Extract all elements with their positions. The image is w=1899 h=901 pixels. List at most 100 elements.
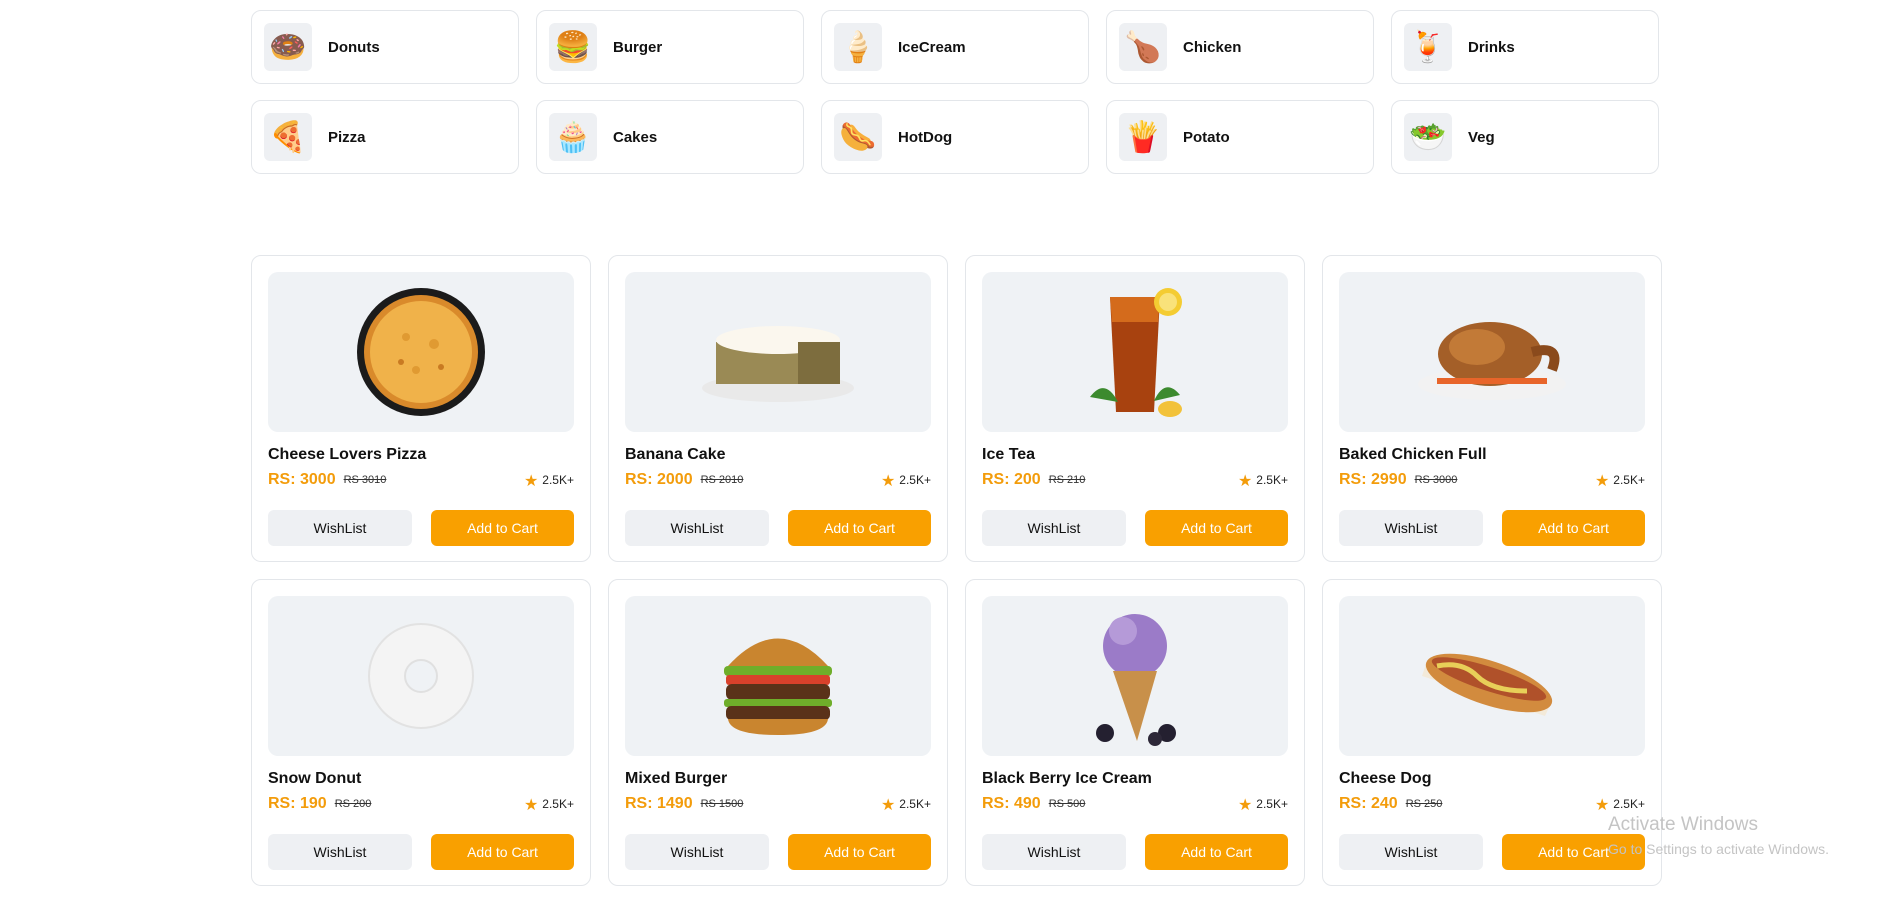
add-to-cart-button[interactable]: Add to Cart [1145,510,1288,546]
product-old-price: RS 500 [1048,798,1086,810]
category-cakes[interactable]: 🧁 Cakes [536,100,804,174]
product-title: Cheese Lovers Pizza [268,446,427,463]
hotdog-image[interactable] [1339,596,1645,756]
roast-chicken-image[interactable] [1339,272,1645,432]
add-to-cart-button[interactable]: Add to Cart [431,510,574,546]
category-label: Veg [1468,128,1495,146]
product-title: Mixed Burger [625,770,728,787]
category-burger[interactable]: 🍔 Burger [536,10,804,84]
wishlist-button[interactable]: WishList [982,834,1126,870]
product-title: Snow Donut [268,770,362,787]
product-card: Snow Donut RS: 190 RS 200 ★ 2.5K+ WishList Add… [251,579,591,886]
category-label: HotDog [898,128,953,146]
price-row: RS: 190 RS 200 ★ 2.5K+ [268,794,574,814]
product-rating: ★ 2.5K+ [1595,795,1645,814]
watermark-title: Activate Windows [1608,814,1758,835]
rating-count: 2.5K+ [899,797,931,811]
rating-count: 2.5K+ [542,473,574,487]
ice-cream-icon: 🍦 [834,23,882,71]
card-actions: WishList Add to Cart [982,510,1288,546]
donut-image[interactable] [268,596,574,756]
star-icon: ★ [1237,470,1253,490]
product-old-price: RS 3000 [1414,474,1458,486]
category-label: Pizza [328,128,366,146]
category-potato[interactable]: 🍟 Potato [1106,100,1374,174]
product-rating: ★ 2.5K+ [1595,471,1645,490]
price-row: RS: 3000 RS 3010 ★ 2.5K+ [268,470,574,490]
category-pizza[interactable]: 🍕 Pizza [251,100,519,174]
product-title: Black Berry Ice Cream [982,770,1152,787]
ice-tea-image[interactable] [982,272,1288,432]
watermark-subtitle: Go to Settings to activate Windows. [1608,840,1829,857]
activate-windows-watermark: Activate Windows Go to Settings to activ… [1608,814,1829,858]
star-icon: ★ [880,794,896,814]
price-row: RS: 2990 RS 3000 ★ 2.5K+ [1339,470,1645,490]
burger-image[interactable] [625,596,931,756]
wishlist-button[interactable]: WishList [982,510,1126,546]
category-label: Chicken [1183,38,1242,56]
add-to-cart-button[interactable]: Add to Cart [788,834,931,870]
product-old-price: RS 3010 [343,474,387,486]
wishlist-button[interactable]: WishList [268,834,412,870]
star-icon: ★ [1237,794,1253,814]
product-card: Banana Cake RS: 2000 RS 2010 ★ 2.5K+ WishList… [608,255,948,562]
product-rating: ★ 2.5K+ [524,795,574,814]
product-title: Cheese Dog [1339,770,1432,787]
category-drinks[interactable]: 🍹 Drinks [1391,10,1659,84]
pizza-icon: 🍕 [264,113,312,161]
pizza-image[interactable] [268,272,574,432]
rating-count: 2.5K+ [1256,473,1288,487]
hotdog-icon: 🌭 [834,113,882,161]
cake-image[interactable] [625,272,931,432]
category-grid: 🍩 Donuts 🍔 Burger 🍦 IceCream 🍗 Chicken 🍹 Drinks 🍕 P… [251,10,1661,174]
product-price: RS: 240 [1339,795,1398,812]
add-to-cart-button[interactable]: Add to Cart [431,834,574,870]
product-old-price: RS 1500 [700,798,744,810]
product-price: RS: 1490 [625,795,693,812]
wishlist-button[interactable]: WishList [268,510,412,546]
category-donuts[interactable]: 🍩 Donuts [251,10,519,84]
product-grid: Cheese Lovers Pizza RS: 3000 RS 3010 ★ 2.5K+… [251,255,1662,901]
add-to-cart-button[interactable]: Add to Cart [1502,510,1645,546]
ice-cream-image[interactable] [982,596,1288,756]
product-rating: ★ 2.5K+ [524,471,574,490]
star-icon: ★ [1594,794,1610,814]
wishlist-button[interactable]: WishList [1339,510,1483,546]
product-price: RS: 2000 [625,471,693,488]
category-veg[interactable]: 🥗 Veg [1391,100,1659,174]
wishlist-button[interactable]: WishList [625,510,769,546]
price-row: RS: 1490 RS 1500 ★ 2.5K+ [625,794,931,814]
add-to-cart-button[interactable]: Add to Cart [788,510,931,546]
star-icon: ★ [523,794,539,814]
rating-count: 2.5K+ [1613,797,1645,811]
product-old-price: RS 200 [334,798,372,810]
category-icecream[interactable]: 🍦 IceCream [821,10,1089,84]
star-icon: ★ [523,470,539,490]
wishlist-button[interactable]: WishList [1339,834,1483,870]
product-old-price: RS 250 [1405,798,1443,810]
product-rating: ★ 2.5K+ [1238,795,1288,814]
price-row: RS: 200 RS 210 ★ 2.5K+ [982,470,1288,490]
price-row: RS: 2000 RS 2010 ★ 2.5K+ [625,470,931,490]
rating-count: 2.5K+ [1256,797,1288,811]
product-rating: ★ 2.5K+ [1238,471,1288,490]
product-card: Black Berry Ice Cream RS: 490 RS 500 ★ 2.5K+… [965,579,1305,886]
fries-icon: 🍟 [1119,113,1167,161]
chicken-icon: 🍗 [1119,23,1167,71]
product-title: Banana Cake [625,446,726,463]
burger-icon: 🍔 [549,23,597,71]
card-actions: WishList Add to Cart [1339,834,1645,870]
wishlist-button[interactable]: WishList [625,834,769,870]
product-old-price: RS 2010 [700,474,744,486]
category-label: Burger [613,38,663,56]
add-to-cart-button[interactable]: Add to Cart [1145,834,1288,870]
product-old-price: RS 210 [1048,474,1086,486]
category-chicken[interactable]: 🍗 Chicken [1106,10,1374,84]
rating-count: 2.5K+ [899,473,931,487]
product-rating: ★ 2.5K+ [881,795,931,814]
card-actions: WishList Add to Cart [268,510,574,546]
product-rating: ★ 2.5K+ [881,471,931,490]
price-row: RS: 240 RS 250 ★ 2.5K+ [1339,794,1645,814]
category-hotdog[interactable]: 🌭 HotDog [821,100,1089,174]
cupcake-icon: 🧁 [549,113,597,161]
